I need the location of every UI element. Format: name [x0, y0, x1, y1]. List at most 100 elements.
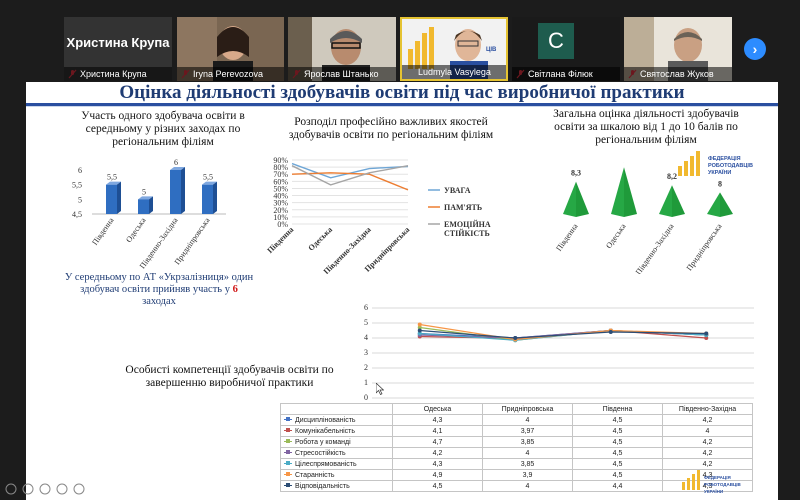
participant-tile-active-speaker[interactable]: ЦІВ Ludmyla Vasylega	[400, 17, 508, 81]
table-cell: 3,97	[482, 425, 573, 437]
competency-name-cell: Комунікабельність	[280, 425, 393, 437]
series-point	[704, 331, 709, 336]
table-header-row: Одеська Придніпровська Південна Південно…	[280, 403, 753, 415]
participants-strip: Христина Крупа Христина Крупа Iryna Pere…	[0, 0, 800, 82]
note-text: У середньому по АТ «Укрзалізниця» один з…	[64, 272, 254, 295]
legend-label: ПАМ'ЯТЬ	[444, 203, 482, 212]
table-cell: 4,3	[392, 458, 483, 470]
competency-name-cell: Стресостійкість	[280, 447, 393, 459]
table-cell: 4,1	[392, 425, 483, 437]
series-point	[417, 322, 422, 327]
competency-label: Стресостійкість	[295, 449, 346, 457]
note-suffix: заходах	[142, 296, 176, 307]
more-options-button[interactable]	[73, 483, 85, 495]
competency-label: Старанність	[295, 471, 335, 479]
pyramid-left-face	[611, 167, 624, 217]
bar-value-label: 8	[718, 179, 722, 188]
qualities-chart-title: Розподіл професійно важливих якостей здо…	[288, 116, 494, 141]
table-row: Цілеспрямованість 4,3 3,85 4,5 4,2	[280, 458, 753, 470]
table-cell: 4,4	[572, 480, 663, 492]
y-tick-label: 5	[78, 195, 82, 204]
bar-value-label: 5	[142, 187, 146, 196]
y-tick-label: 6	[364, 304, 368, 312]
participant-tile-video[interactable]: Святослав Жуков	[624, 17, 732, 81]
table-row: Стресостійкість 4,2 4 4,5 4,2	[280, 447, 753, 459]
prev-slide-button[interactable]	[5, 483, 17, 495]
slide-control-buttons	[5, 483, 85, 495]
table-cell: 4,5	[572, 425, 663, 437]
table-cell: 4,5	[572, 414, 663, 426]
table-cell: 4	[482, 480, 573, 492]
competency-label: Дисциплінованість	[295, 416, 356, 424]
participant-label: Iryna Perevozova	[177, 67, 284, 81]
table-cell: 4	[662, 425, 753, 437]
y-tick-label: 5	[364, 318, 368, 327]
federation-logo-small: ФЕДЕРАЦІЯ РОБОТОДАВЦІВ УКРАЇНИ	[682, 470, 741, 497]
participant-label: Світлана Філюк	[512, 67, 620, 81]
y-tick-label: 2	[364, 363, 368, 372]
table-row: Робота у команді 4,7 3,85 4,5 4,2	[280, 436, 753, 448]
series-marker-icon	[284, 483, 292, 488]
series-point	[608, 330, 613, 334]
table-row: Дисциплінованість 4,3 4 4,5 4,2	[280, 414, 753, 426]
table-cell: 4	[482, 447, 573, 459]
table-cell: 3,85	[482, 436, 573, 448]
bar	[138, 199, 149, 214]
table-cell: 3,9	[482, 469, 573, 481]
table-header-cell: Одеська	[392, 403, 483, 415]
table-cell: 4,5	[572, 447, 663, 459]
series-marker-icon	[284, 472, 292, 477]
series-line	[291, 162, 409, 179]
table-cell: 4,5	[572, 458, 663, 470]
table-cell: 4,2	[662, 447, 753, 459]
next-slide-button[interactable]	[22, 483, 34, 495]
overall-score-chart: 8,3 Південна 8,7 Одеська 8,2 Південно-Західна…	[554, 162, 733, 274]
pyramid-left-face	[563, 181, 576, 217]
legend-label: СТІЙКІСТЬ	[444, 229, 490, 238]
participation-bar-chart: 4,555,565,5Південна5Одеська6Південно-Зах…	[72, 158, 226, 270]
y-tick-label: 1	[364, 378, 368, 387]
table-header-cell: Південно-Західна	[662, 403, 753, 415]
bar-value-label: 6	[174, 158, 178, 167]
table-row: Комунікабельність 4,1 3,97 4,5 4	[280, 425, 753, 437]
table-header-cell: Південна	[572, 403, 663, 415]
x-tick-label: Одеська	[604, 222, 628, 250]
slide-title: Оцінка діяльності здобувачів освіти під …	[119, 82, 685, 103]
bar-side	[117, 181, 121, 214]
y-tick-label: 3	[364, 348, 368, 357]
pyramid-right-face	[576, 181, 589, 217]
bar-value-label: 8,7	[619, 162, 629, 163]
pyramid-right-face	[624, 167, 637, 217]
mouse-cursor-icon	[376, 383, 384, 395]
participant-tile-video[interactable]: Iryna Perevozova	[177, 17, 284, 81]
x-tick-label: Південно-Західна	[634, 222, 676, 274]
bar-side	[213, 181, 217, 214]
zoom-slide-button[interactable]	[56, 483, 68, 495]
participant-name-large: Христина Крупа	[66, 35, 170, 50]
x-tick-label: Придніпровська	[685, 222, 724, 273]
y-tick-label: 90%	[273, 156, 288, 165]
bar-value-label: 5,5	[203, 173, 213, 182]
chevron-right-icon[interactable]: ›	[744, 38, 766, 60]
bar-side	[149, 196, 153, 214]
pyramid-left-face	[659, 185, 672, 217]
participant-label: Святослав Жуков	[624, 67, 732, 81]
series-marker-icon	[284, 450, 292, 455]
competency-name-cell: Цілеспрямованість	[280, 458, 393, 470]
table-cell: 4,3	[392, 414, 483, 426]
participant-label: Ludmyla Vasylega	[402, 65, 506, 79]
competency-name-cell: Старанність	[280, 469, 393, 481]
table-cell: 4,5	[572, 436, 663, 448]
table-cell: 4,5	[392, 480, 483, 492]
participant-tile-avatar[interactable]: С Світлана Філюк	[512, 17, 620, 81]
bar	[170, 170, 181, 214]
table-cell: 4,2	[392, 447, 483, 459]
pen-tool-button[interactable]	[39, 483, 51, 495]
table-header-cell: Придніпровська	[482, 403, 573, 415]
participant-tile-video[interactable]: Ярослав Штанько	[288, 17, 396, 81]
competency-label: Цілеспрямованість	[295, 460, 357, 468]
participant-tile-name-only[interactable]: Христина Крупа Христина Крупа	[64, 17, 172, 81]
competency-name-cell: Дисциплінованість	[280, 414, 393, 426]
series-marker-icon	[284, 461, 292, 466]
competency-name-cell: Робота у команді	[280, 436, 393, 448]
